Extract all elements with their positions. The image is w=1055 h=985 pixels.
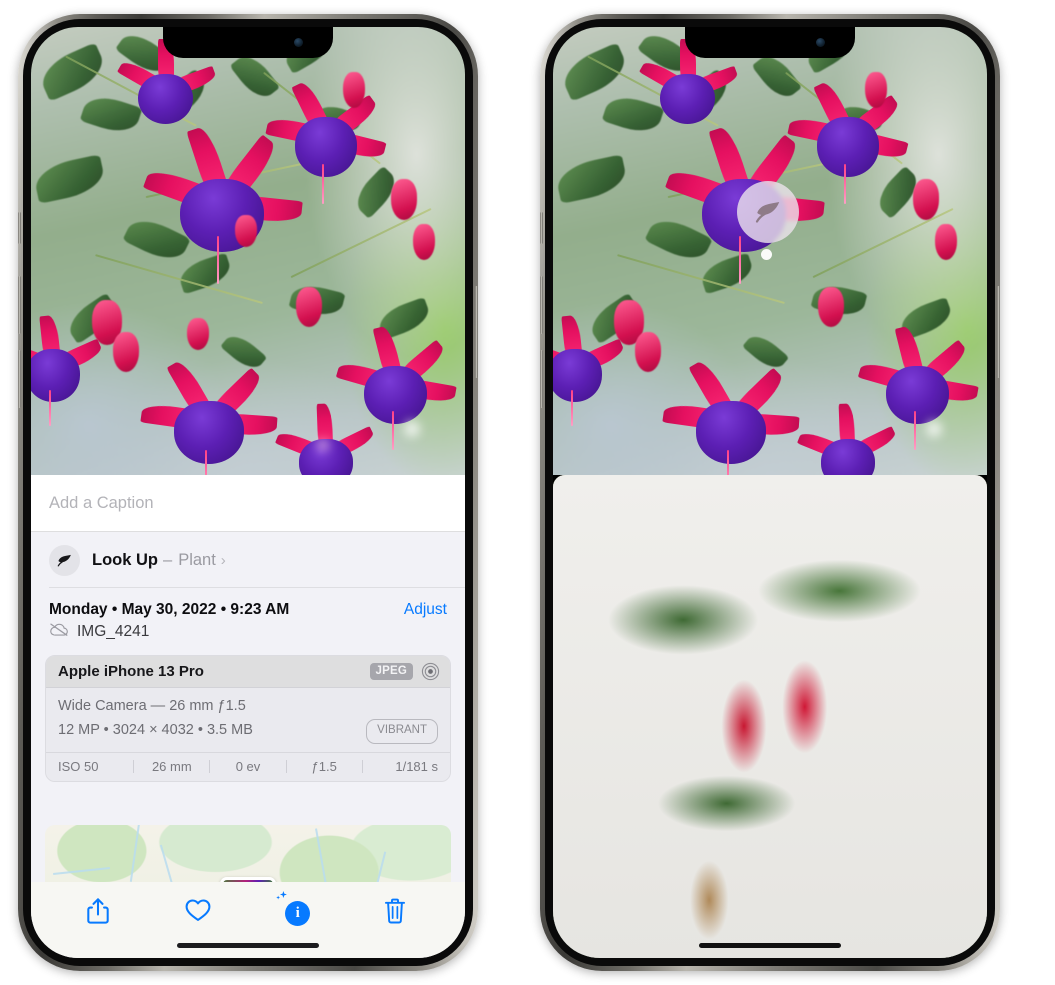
front-camera [294, 38, 303, 47]
info-badge: i [285, 900, 311, 926]
format-badge: JPEG [369, 663, 413, 680]
share-icon[interactable] [85, 897, 113, 925]
phone-left: Add a Caption ✦ ✦ Look Up – Plant › [18, 14, 478, 971]
look-up-row[interactable]: ✦ ✦ Look Up – Plant › [31, 525, 465, 588]
silence-switch[interactable] [540, 212, 543, 244]
adjust-button[interactable]: Adjust [404, 601, 447, 619]
knowledge-thumbnail [553, 475, 987, 958]
home-indicator[interactable] [177, 943, 319, 948]
volume-down-button[interactable] [18, 350, 21, 408]
capture-date: Monday • May 30, 2022 • 9:23 AM [49, 601, 290, 618]
heart-icon[interactable] [184, 897, 212, 925]
volume-down-button[interactable] [540, 350, 543, 408]
trash-icon[interactable] [383, 897, 411, 925]
front-camera [816, 38, 825, 47]
results-sheet: Results Siri Knowledge Show More [553, 475, 987, 958]
resolution-info: 12 MP • 3024 × 4032 • 3.5 MB [58, 722, 253, 739]
exif-card[interactable]: Apple iPhone 13 Pro JPEG Wide Camera — 2… [45, 655, 451, 782]
visual-look-up-badge[interactable] [737, 181, 799, 243]
photo-info-sheet: Add a Caption ✦ ✦ Look Up – Plant › [31, 475, 465, 958]
siri-knowledge-card: Fuchsia Fuchsia is a genus of flowering … [553, 475, 987, 958]
phone-right: Results Siri Knowledge Show More [540, 14, 1000, 971]
caption-placeholder[interactable]: Add a Caption [49, 494, 154, 513]
volume-up-button[interactable] [540, 276, 543, 334]
knowledge-row[interactable]: Hardy fuchsia Fuchsia magellanica, commo… [553, 475, 987, 958]
file-row: IMG_4241 [31, 619, 465, 642]
lens-info: Wide Camera — 26 mm ƒ1.5 [58, 698, 246, 714]
exif-stat-focal: 26 mm [151, 758, 192, 774]
volume-up-button[interactable] [18, 276, 21, 334]
look-up-subject: Plant [178, 550, 216, 569]
photo-toolbar: i [31, 882, 465, 958]
power-button[interactable] [997, 286, 1000, 378]
phone-screen-left: Add a Caption ✦ ✦ Look Up – Plant › [31, 27, 465, 958]
photographic-style-badge: VIBRANT [366, 718, 438, 744]
photo-viewer[interactable] [553, 27, 987, 475]
exif-stats-row: ISO 50 26 mm 0 ev ƒ1.5 1/181 s [46, 751, 450, 781]
caption-field-row[interactable]: Add a Caption [31, 475, 465, 532]
raw-circle-icon [421, 662, 440, 681]
phone-screen-right: Results Siri Knowledge Show More [553, 27, 987, 958]
home-indicator[interactable] [699, 943, 841, 948]
filename-label: IMG_4241 [77, 623, 150, 640]
exif-device-row: Apple iPhone 13 Pro JPEG [46, 656, 450, 688]
leaf-icon [49, 544, 80, 576]
power-button[interactable] [475, 286, 478, 378]
badge-anchor-dot [761, 249, 772, 260]
look-up-label: Look Up [92, 550, 158, 569]
notch [163, 27, 333, 58]
exif-stat-iso: ISO 50 [58, 758, 99, 774]
exif-stat-shutter: 1/181 s [395, 758, 439, 774]
icloud-slash-icon [49, 622, 69, 642]
photo-viewer[interactable] [31, 27, 465, 475]
exif-stat-ev: 0 ev [235, 758, 261, 774]
info-sparkle-icon[interactable]: i [275, 891, 312, 926]
camera-model: Apple iPhone 13 Pro [58, 663, 204, 680]
notch [685, 27, 855, 58]
look-up-dash: – [163, 550, 173, 569]
date-header: Monday • May 30, 2022 • 9:23 AM Adjust [31, 588, 465, 619]
exif-stat-aperture: ƒ1.5 [311, 758, 337, 774]
exif-details: Wide Camera — 26 mm ƒ1.5 12 MP • 3024 × … [46, 688, 450, 752]
silence-switch[interactable] [18, 212, 21, 244]
leaf-icon [755, 202, 780, 223]
chevron-right-icon: › [220, 551, 226, 569]
screenshot-canvas: Add a Caption ✦ ✦ Look Up – Plant › [0, 0, 1055, 985]
sparkle-icon-large: ✦ [31, 523, 32, 543]
